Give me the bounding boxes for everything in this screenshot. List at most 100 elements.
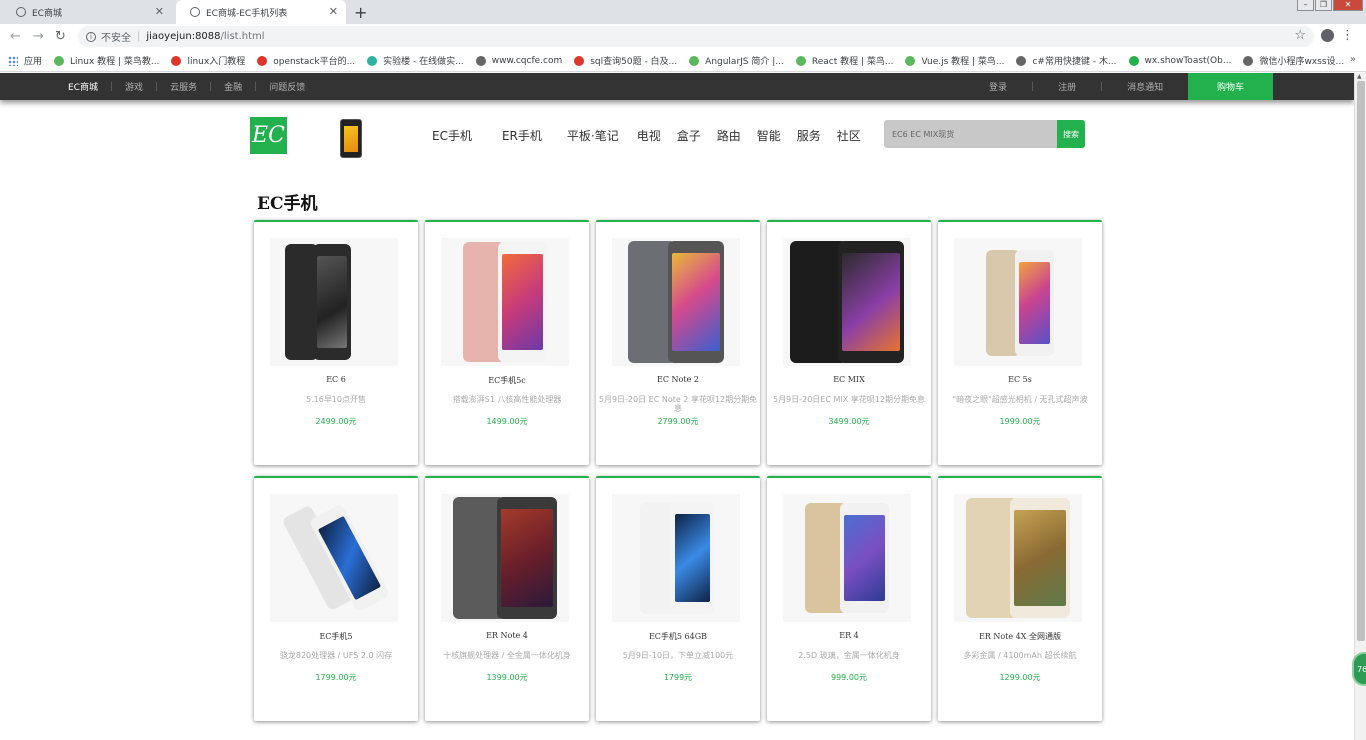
- top-link[interactable]: 注册: [1058, 80, 1076, 93]
- bookmark-item[interactable]: 实验楼 - 在线做实...: [367, 54, 464, 67]
- product-card[interactable]: EC 6 5.16早10点开售 2499.00元: [254, 220, 418, 465]
- bookmark-label: 应用: [24, 57, 43, 67]
- product-name[interactable]: EC手机5: [254, 631, 418, 642]
- product-image[interactable]: [954, 238, 1082, 366]
- nav-item[interactable]: EC手机: [432, 127, 472, 145]
- product-price: 1999.00元: [999, 417, 1041, 426]
- product-name[interactable]: EC MIX: [767, 375, 931, 384]
- minimize-icon[interactable]: –: [1297, 0, 1314, 11]
- site-favicon-icon: [574, 55, 585, 66]
- product-card[interactable]: EC Note 2 5月9日-20日 EC Note 2 享花呗12期分期免息 27…: [596, 220, 760, 465]
- product-image[interactable]: [441, 494, 569, 622]
- bookmark-item[interactable]: 微信小程序wxss设...: [1243, 54, 1344, 67]
- product-name[interactable]: EC Note 2: [596, 375, 760, 384]
- phone-screen-shape: [672, 253, 720, 351]
- search-button[interactable]: 搜索: [1057, 120, 1085, 148]
- nav-item[interactable]: 盒子: [677, 127, 701, 145]
- bookmarks-overflow-icon[interactable]: »: [1350, 54, 1356, 65]
- product-name[interactable]: EC 5s: [938, 375, 1102, 384]
- product-image[interactable]: [783, 238, 911, 366]
- bookmark-item[interactable]: wx.showToast(Ob...: [1128, 55, 1231, 66]
- top-link[interactable]: 登录: [989, 80, 1007, 93]
- bookmark-star-icon[interactable]: ☆: [1294, 28, 1306, 43]
- top-link[interactable]: 金融: [224, 80, 242, 93]
- product-image[interactable]: [270, 494, 398, 622]
- browser-tab-active[interactable]: EC商城-EC手机列表 ✕: [176, 0, 346, 24]
- bookmark-item[interactable]: 应用: [8, 54, 42, 67]
- close-icon[interactable]: ✕: [155, 5, 164, 18]
- phone-front-shape: [671, 502, 714, 614]
- site-logo[interactable]: EC: [250, 117, 287, 154]
- bookmark-item[interactable]: Linux 教程 | 菜鸟教...: [54, 54, 159, 67]
- bookmark-item[interactable]: AngularJS 简介 |...: [689, 54, 784, 67]
- product-name[interactable]: EC 6: [254, 375, 418, 384]
- back-icon[interactable]: ←: [10, 29, 21, 44]
- product-image[interactable]: [954, 494, 1082, 622]
- product-image[interactable]: [270, 238, 398, 366]
- bookmark-label: c#常用快捷键 - 木...: [1032, 57, 1117, 67]
- product-desc: 十核旗舰处理器 / 全金属一体化机身: [443, 651, 571, 660]
- browser-tab[interactable]: EC商城 ✕: [2, 0, 172, 24]
- url-path: /list.html: [220, 31, 265, 42]
- nav-item[interactable]: 智能: [757, 127, 781, 145]
- product-card[interactable]: EC 5s "暗夜之眼"超感光相机 / 无孔式超声波 1999.00元: [938, 220, 1102, 465]
- promo-phone-image[interactable]: [340, 119, 362, 158]
- floating-badge[interactable]: 76: [1352, 652, 1366, 686]
- product-card[interactable]: ER 4 2.5D 玻璃，金属一体化机身 999.00元: [767, 476, 931, 721]
- product-image[interactable]: [612, 494, 740, 622]
- bookmark-item[interactable]: openstack平台的...: [257, 54, 355, 67]
- top-link[interactable]: 游戏: [125, 80, 143, 93]
- cart-button[interactable]: 购物车: [1188, 73, 1273, 100]
- bookmark-item[interactable]: linux入门教程: [171, 54, 245, 67]
- site-favicon-icon: [1016, 55, 1027, 66]
- product-card[interactable]: ER Note 4 十核旗舰处理器 / 全金属一体化机身 1399.00元: [425, 476, 589, 721]
- scrollbar-thumb[interactable]: [1357, 81, 1365, 641]
- nav-item[interactable]: 服务: [797, 127, 821, 145]
- top-links-right: 登录 | 注册 | 消息通知: [989, 73, 1163, 100]
- top-link[interactable]: 云服务: [170, 80, 197, 93]
- new-tab-icon[interactable]: +: [354, 3, 367, 22]
- product-image[interactable]: [783, 494, 911, 622]
- restore-icon[interactable]: ❐: [1315, 0, 1332, 11]
- nav-item[interactable]: ER手机: [502, 127, 542, 145]
- close-icon[interactable]: ✕: [329, 5, 338, 18]
- product-card[interactable]: ER Note 4X 全网通版 多彩金属 / 4100mAh 超长续航 1299.0…: [938, 476, 1102, 721]
- bookmark-item[interactable]: sql查询50题 - 白及...: [574, 54, 677, 67]
- forward-icon[interactable]: →: [33, 29, 44, 44]
- product-name[interactable]: ER Note 4X 全网通版: [938, 631, 1102, 642]
- top-links-left: EC商城 | 游戏 | 云服务 | 金融 | 问题反馈: [68, 73, 305, 100]
- account-icon[interactable]: [1321, 29, 1334, 42]
- product-card[interactable]: EC手机5 64GB 5月9日-10日，下单立减100元 1799元: [596, 476, 760, 721]
- bookmark-item[interactable]: Vue.js 教程 | 菜鸟...: [905, 54, 1004, 67]
- nav-item[interactable]: 电视: [637, 127, 661, 145]
- menu-icon[interactable]: ⋮: [1341, 28, 1354, 43]
- top-link[interactable]: 消息通知: [1127, 80, 1163, 93]
- product-card[interactable]: EC手机5c 搭载澎湃S1 八核高性能处理器 1499.00元: [425, 220, 589, 465]
- product-image[interactable]: [612, 238, 740, 366]
- nav-item[interactable]: 平板·笔记: [567, 127, 619, 145]
- product-card[interactable]: EC手机5 骁龙820处理器 / UFS 2.0 闪存 1799.00元: [254, 476, 418, 721]
- address-bar[interactable]: i 不安全 | jiaoyejun:8088/list.html: [78, 26, 1314, 47]
- product-name[interactable]: EC手机5 64GB: [596, 631, 760, 642]
- product-name[interactable]: ER 4: [767, 631, 931, 640]
- nav-item[interactable]: 路由: [717, 127, 741, 145]
- bookmark-item[interactable]: www.cqcfe.com: [475, 55, 562, 66]
- phone-front-shape: [498, 242, 547, 362]
- phone-front-shape: [496, 497, 557, 619]
- scrollbar[interactable]: ▲: [1354, 73, 1366, 740]
- bookmark-item[interactable]: c#常用快捷键 - 木...: [1016, 54, 1117, 67]
- product-card[interactable]: EC MIX 5月9日-20日EC MIX 享花呗12期分期免息 3499.00元: [767, 220, 931, 465]
- search-input[interactable]: EC6 EC MIX现货: [884, 120, 1057, 148]
- product-name[interactable]: EC手机5c: [425, 375, 589, 386]
- info-icon[interactable]: i: [86, 31, 96, 42]
- scroll-up-icon[interactable]: ▲: [1357, 73, 1362, 80]
- nav-item[interactable]: 社区: [837, 127, 861, 145]
- top-link[interactable]: EC商城: [68, 80, 98, 93]
- bookmark-item[interactable]: React 教程 | 菜鸟...: [795, 54, 893, 67]
- product-name[interactable]: ER Note 4: [425, 631, 589, 640]
- product-image[interactable]: [441, 238, 569, 366]
- phone-screen-shape: [841, 253, 900, 351]
- reload-icon[interactable]: ↻: [55, 29, 66, 44]
- top-link[interactable]: 问题反馈: [269, 80, 305, 93]
- close-window-icon[interactable]: ✕: [1333, 0, 1363, 11]
